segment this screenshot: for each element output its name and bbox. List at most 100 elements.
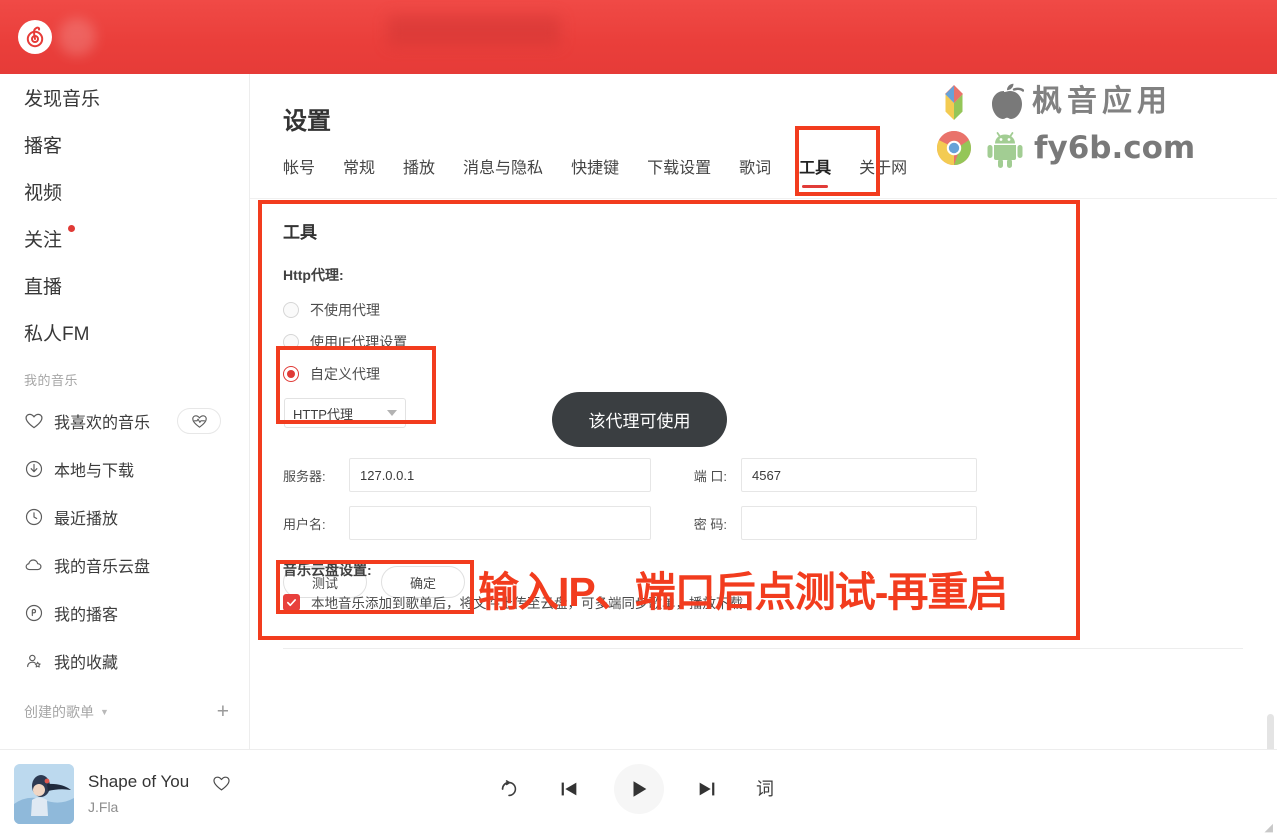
sidebar-item-favorite-music[interactable]: 我喜欢的音乐 — [0, 397, 249, 445]
http-proxy-label: Http代理: — [283, 267, 344, 283]
previous-track-button[interactable] — [558, 778, 580, 805]
settings-scrollbar-thumb[interactable] — [1267, 714, 1274, 749]
port-label: 端 口: — [693, 468, 727, 484]
tab-account[interactable]: 帐号 — [283, 154, 329, 188]
radio-icon — [283, 302, 299, 318]
sidebar-item-following[interactable]: 关注 — [0, 215, 249, 262]
sidebar-item-label: 最近播放 — [54, 511, 119, 528]
podcast-icon — [25, 604, 43, 622]
resize-grip[interactable]: ◢ — [1265, 821, 1273, 834]
watermark-line-2: fy6b.com — [932, 126, 1195, 170]
tab-tools[interactable]: 工具 — [785, 154, 845, 188]
sidebar-item-video[interactable]: 视频 — [0, 168, 249, 215]
tab-download-settings[interactable]: 下载设置 — [633, 154, 725, 188]
play-button[interactable] — [614, 764, 664, 814]
notification-dot-icon — [68, 225, 76, 232]
heartbeat-mode-button[interactable] — [177, 408, 221, 434]
sidebar-item-my-podcast[interactable]: 我的播客 — [0, 589, 249, 637]
plus-icon[interactable]: + — [217, 701, 229, 722]
heartbeat-icon — [191, 414, 207, 428]
radio-ie-proxy[interactable]: 使用IE代理设置 — [283, 326, 1243, 358]
settings-panel: 设置 帐号 常规 播放 消息与隐私 快捷键 下载设置 歌词 工具 关于网 工具 … — [250, 74, 1277, 749]
sidebar: 发现音乐 播客 视频 关注 直播 私人FM 我的音乐 我喜欢的音乐 本地与下载 … — [0, 74, 250, 749]
server-input[interactable] — [349, 458, 651, 492]
previous-icon — [561, 782, 577, 796]
settings-tabs: 帐号 常规 播放 消息与隐私 快捷键 下载设置 歌词 工具 关于网 — [283, 154, 921, 188]
tab-label: 下载设置 — [647, 160, 712, 177]
history-icon — [25, 508, 43, 526]
tabs-underline — [250, 198, 1277, 199]
tab-label: 消息与隐私 — [463, 160, 544, 177]
proxy-row-server-port: 服务器: 端 口: — [283, 458, 1243, 492]
check-icon — [287, 598, 296, 606]
sidebar-item-local-and-downloads[interactable]: 本地与下载 — [0, 445, 249, 493]
album-art-image — [14, 764, 74, 824]
sidebar-item-recently-played[interactable]: 最近播放 — [0, 493, 249, 541]
sidebar-item-live[interactable]: 直播 — [0, 262, 249, 309]
next-track-button[interactable] — [696, 778, 718, 805]
download-icon — [25, 460, 43, 478]
proxy-type-select[interactable]: HTTP代理 — [284, 398, 406, 428]
title-bar — [0, 0, 1277, 74]
radio-icon-selected — [283, 366, 299, 382]
radio-no-proxy[interactable]: 不使用代理 — [283, 294, 1243, 326]
album-art[interactable] — [14, 764, 74, 824]
collection-icon — [27, 654, 41, 668]
sidebar-item-label: 我喜欢的音乐 — [54, 415, 151, 432]
netease-cloud-music-logo[interactable] — [18, 20, 52, 54]
password-label: 密 码: — [693, 516, 727, 532]
server-label: 服务器: — [283, 468, 326, 484]
apple-logo — [992, 83, 1024, 119]
next-icon — [699, 782, 715, 796]
radio-custom-proxy[interactable]: 自定义代理 — [283, 358, 1243, 390]
sidebar-group-my-music: 我的音乐 — [24, 373, 79, 388]
sidebar-item-label: 我的收藏 — [54, 655, 119, 672]
netease-cloud-music-window: 发现音乐 播客 视频 关注 直播 私人FM 我的音乐 我喜欢的音乐 本地与下载 … — [0, 0, 1277, 837]
watermark: 枫音应用 fy6b.com — [932, 80, 1195, 170]
sidebar-item-music-cloud-disk[interactable]: 我的音乐云盘 — [0, 541, 249, 589]
lyrics-button[interactable]: 词 — [756, 775, 774, 801]
cloud-icon — [25, 559, 42, 571]
repeat-mode-button[interactable] — [498, 778, 520, 805]
header-blur-artifact — [58, 18, 96, 56]
windows-logo — [945, 85, 963, 120]
sidebar-item-label: 关注 — [24, 230, 63, 251]
checkbox-checked-icon — [283, 593, 300, 611]
tab-messages-privacy[interactable]: 消息与隐私 — [449, 154, 557, 188]
proxy-status-tooltip: 该代理可使用 — [552, 392, 727, 447]
favorite-track-button[interactable] — [212, 774, 231, 798]
track-title: Shape of You — [88, 772, 190, 791]
proxy-row-username-password: 用户名: 密 码: — [283, 506, 1243, 540]
play-icon — [633, 781, 647, 797]
logo-icon — [26, 26, 44, 48]
port-input[interactable] — [741, 458, 977, 492]
radio-label: 自定义代理 — [310, 366, 380, 382]
tab-about[interactable]: 关于网 — [845, 154, 921, 188]
password-input[interactable] — [741, 506, 977, 540]
tab-playback[interactable]: 播放 — [389, 154, 449, 188]
sidebar-item-private-fm[interactable]: 私人FM — [0, 309, 249, 356]
tab-label: 帐号 — [283, 160, 316, 177]
tools-section: 工具 Http代理: 不使用代理 使用IE代理设置 自定义代理 HTTP代理 服 — [283, 218, 1243, 598]
radio-icon — [283, 334, 299, 350]
sidebar-item-my-collection[interactable]: 我的收藏 — [0, 637, 249, 685]
sidebar-created-playlists-header[interactable]: 创建的歌单 ▼ + — [0, 685, 249, 722]
page-title: 设置 — [283, 108, 331, 135]
heart-icon — [25, 413, 43, 429]
tab-general[interactable]: 常规 — [329, 154, 389, 188]
sidebar-item-label: 直播 — [24, 277, 63, 298]
chrome-logo — [937, 131, 971, 165]
chevron-down-icon[interactable]: ▼ — [100, 707, 109, 717]
username-input[interactable] — [349, 506, 651, 540]
sidebar-item-label: 视频 — [24, 183, 63, 204]
sidebar-item-discover[interactable]: 发现音乐 — [0, 74, 249, 121]
tab-shortcuts[interactable]: 快捷键 — [557, 154, 633, 188]
sidebar-item-podcast[interactable]: 播客 — [0, 121, 249, 168]
watermark-text-url: fy6b.com — [1034, 129, 1196, 166]
player-bar: Shape of You J.Fla 词 ◢ — [0, 749, 1277, 837]
annotation-instruction-text: 输入IP、端口后点测试-再重启 — [478, 569, 1008, 615]
chevron-down-icon — [387, 410, 397, 416]
proxy-type-value: HTTP代理 — [293, 406, 353, 422]
tab-lyrics[interactable]: 歌词 — [725, 154, 785, 188]
sidebar-item-label: 我的播客 — [54, 607, 119, 624]
